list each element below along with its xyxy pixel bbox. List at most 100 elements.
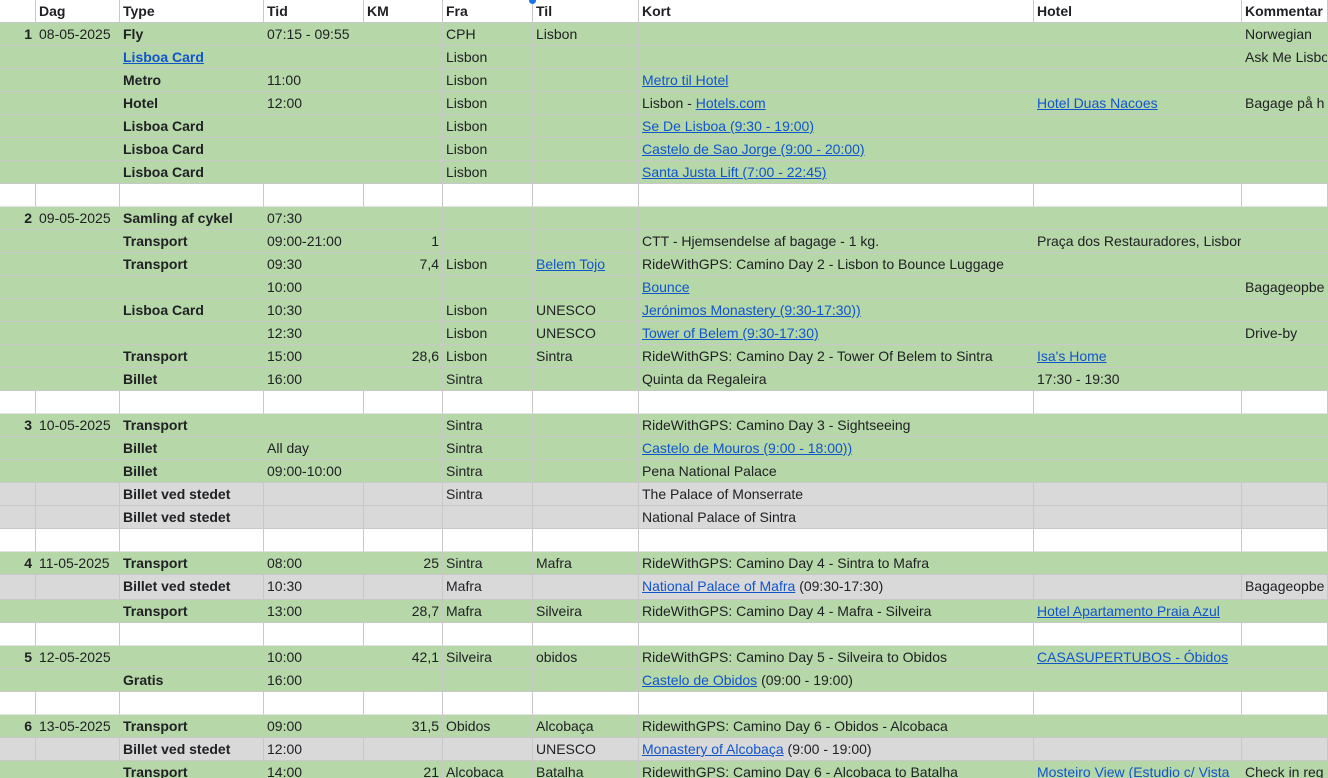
cell-r22-c1[interactable] (36, 506, 120, 529)
cell-r27-c0[interactable] (0, 623, 36, 646)
cell-r19-c9[interactable] (1242, 437, 1328, 460)
column-header-9[interactable]: Kommentar (1242, 0, 1328, 23)
cell-r16-c6[interactable] (533, 368, 639, 391)
cell-r27-c7[interactable] (639, 623, 1034, 646)
cell-link[interactable]: Tower of Belem (9:30-17:30) (642, 325, 819, 341)
cell-r29-c2[interactable]: Gratis (120, 669, 264, 692)
cell-r25-c8[interactable] (1034, 575, 1242, 600)
cell-r10-c2[interactable]: Transport (120, 230, 264, 253)
cell-r7-c1[interactable] (36, 161, 120, 184)
cell-r23-c1[interactable] (36, 529, 120, 552)
cell-link[interactable]: Monastery of Alcobaça (642, 741, 784, 757)
cell-r26-c5[interactable]: Mafra (443, 600, 533, 623)
cell-r14-c2[interactable] (120, 322, 264, 345)
cell-r17-c1[interactable] (36, 391, 120, 414)
cell-r33-c4[interactable]: 21 (364, 761, 443, 778)
cell-r2-c2[interactable]: Lisboa Card (120, 46, 264, 69)
cell-r30-c6[interactable] (533, 692, 639, 715)
cell-r33-c8[interactable]: Mosteiro View (Estudio c/ Vista (1034, 761, 1242, 778)
cell-r27-c6[interactable] (533, 623, 639, 646)
cell-r25-c7[interactable]: National Palace of Mafra (09:30-17:30) (639, 575, 1034, 600)
cell-r6-c1[interactable] (36, 138, 120, 161)
cell-r25-c5[interactable]: Mafra (443, 575, 533, 600)
cell-r24-c8[interactable] (1034, 552, 1242, 575)
cell-r8-c2[interactable] (120, 184, 264, 207)
cell-r30-c3[interactable] (264, 692, 364, 715)
cell-r4-c3[interactable]: 12:00 (264, 92, 364, 115)
cell-r19-c8[interactable] (1034, 437, 1242, 460)
cell-r18-c1[interactable]: 10-05-2025 (36, 414, 120, 437)
cell-r16-c2[interactable]: Billet (120, 368, 264, 391)
cell-r25-c6[interactable] (533, 575, 639, 600)
cell-r2-c8[interactable] (1034, 46, 1242, 69)
cell-r9-c7[interactable] (639, 207, 1034, 230)
cell-r7-c3[interactable] (264, 161, 364, 184)
cell-r28-c2[interactable] (120, 646, 264, 669)
cell-r7-c4[interactable] (364, 161, 443, 184)
cell-r1-c0[interactable]: 1 (0, 23, 36, 46)
cell-r8-c1[interactable] (36, 184, 120, 207)
cell-r17-c8[interactable] (1034, 391, 1242, 414)
cell-r33-c2[interactable]: Transport (120, 761, 264, 778)
cell-r6-c5[interactable]: Lisbon (443, 138, 533, 161)
cell-r8-c8[interactable] (1034, 184, 1242, 207)
cell-r25-c0[interactable] (0, 575, 36, 600)
cell-r23-c7[interactable] (639, 529, 1034, 552)
cell-r1-c4[interactable] (364, 23, 443, 46)
cell-r4-c6[interactable] (533, 92, 639, 115)
cell-r20-c2[interactable]: Billet (120, 460, 264, 483)
cell-r15-c1[interactable] (36, 345, 120, 368)
cell-r19-c6[interactable] (533, 437, 639, 460)
cell-r11-c7[interactable]: RideWithGPS: Camino Day 2 - Lisbon to Bo… (639, 253, 1034, 276)
cell-r17-c0[interactable] (0, 391, 36, 414)
cell-r1-c8[interactable] (1034, 23, 1242, 46)
cell-r26-c8[interactable]: Hotel Apartamento Praia Azul (1034, 600, 1242, 623)
cell-r28-c5[interactable]: Silveira (443, 646, 533, 669)
cell-r3-c3[interactable]: 11:00 (264, 69, 364, 92)
cell-r29-c6[interactable] (533, 669, 639, 692)
cell-r32-c4[interactable] (364, 738, 443, 761)
cell-r21-c5[interactable]: Sintra (443, 483, 533, 506)
cell-r15-c3[interactable]: 15:00 (264, 345, 364, 368)
cell-r10-c9[interactable] (1242, 230, 1328, 253)
cell-r4-c7[interactable]: Lisbon - Hotels.com (639, 92, 1034, 115)
cell-r14-c1[interactable] (36, 322, 120, 345)
cell-r15-c9[interactable] (1242, 345, 1328, 368)
cell-r22-c0[interactable] (0, 506, 36, 529)
cell-r5-c8[interactable] (1034, 115, 1242, 138)
cell-r15-c5[interactable]: Lisbon (443, 345, 533, 368)
cell-r7-c7[interactable]: Santa Justa Lift (7:00 - 22:45) (639, 161, 1034, 184)
cell-r32-c0[interactable] (0, 738, 36, 761)
cell-r24-c6[interactable]: Mafra (533, 552, 639, 575)
cell-link[interactable]: Hotel Apartamento Praia Azul (1037, 603, 1220, 619)
cell-r6-c2[interactable]: Lisboa Card (120, 138, 264, 161)
cell-r12-c7[interactable]: Bounce (639, 276, 1034, 299)
cell-r3-c4[interactable] (364, 69, 443, 92)
cell-r4-c9[interactable]: Bagage på h (1242, 92, 1328, 115)
cell-r13-c9[interactable] (1242, 299, 1328, 322)
column-header-0[interactable] (0, 0, 36, 23)
cell-r10-c7[interactable]: CTT - Hjemsendelse af bagage - 1 kg. (639, 230, 1034, 253)
cell-r33-c5[interactable]: Alcobaca (443, 761, 533, 778)
cell-r32-c7[interactable]: Monastery of Alcobaça (9:00 - 19:00) (639, 738, 1034, 761)
cell-r9-c1[interactable]: 09-05-2025 (36, 207, 120, 230)
cell-r21-c6[interactable] (533, 483, 639, 506)
cell-r23-c3[interactable] (264, 529, 364, 552)
cell-r32-c3[interactable]: 12:00 (264, 738, 364, 761)
cell-r8-c4[interactable] (364, 184, 443, 207)
cell-r11-c2[interactable]: Transport (120, 253, 264, 276)
cell-r18-c3[interactable] (264, 414, 364, 437)
cell-r14-c5[interactable]: Lisbon (443, 322, 533, 345)
cell-r27-c4[interactable] (364, 623, 443, 646)
cell-r31-c4[interactable]: 31,5 (364, 715, 443, 738)
cell-r15-c4[interactable]: 28,6 (364, 345, 443, 368)
cell-r1-c2[interactable]: Fly (120, 23, 264, 46)
cell-r16-c7[interactable]: Quinta da Regaleira (639, 368, 1034, 391)
cell-r20-c6[interactable] (533, 460, 639, 483)
cell-r7-c5[interactable]: Lisbon (443, 161, 533, 184)
cell-r33-c9[interactable]: Check in reg (1242, 761, 1328, 778)
column-header-3[interactable]: Tid (264, 0, 364, 23)
cell-r32-c8[interactable] (1034, 738, 1242, 761)
cell-r17-c6[interactable] (533, 391, 639, 414)
cell-r31-c3[interactable]: 09:00 (264, 715, 364, 738)
